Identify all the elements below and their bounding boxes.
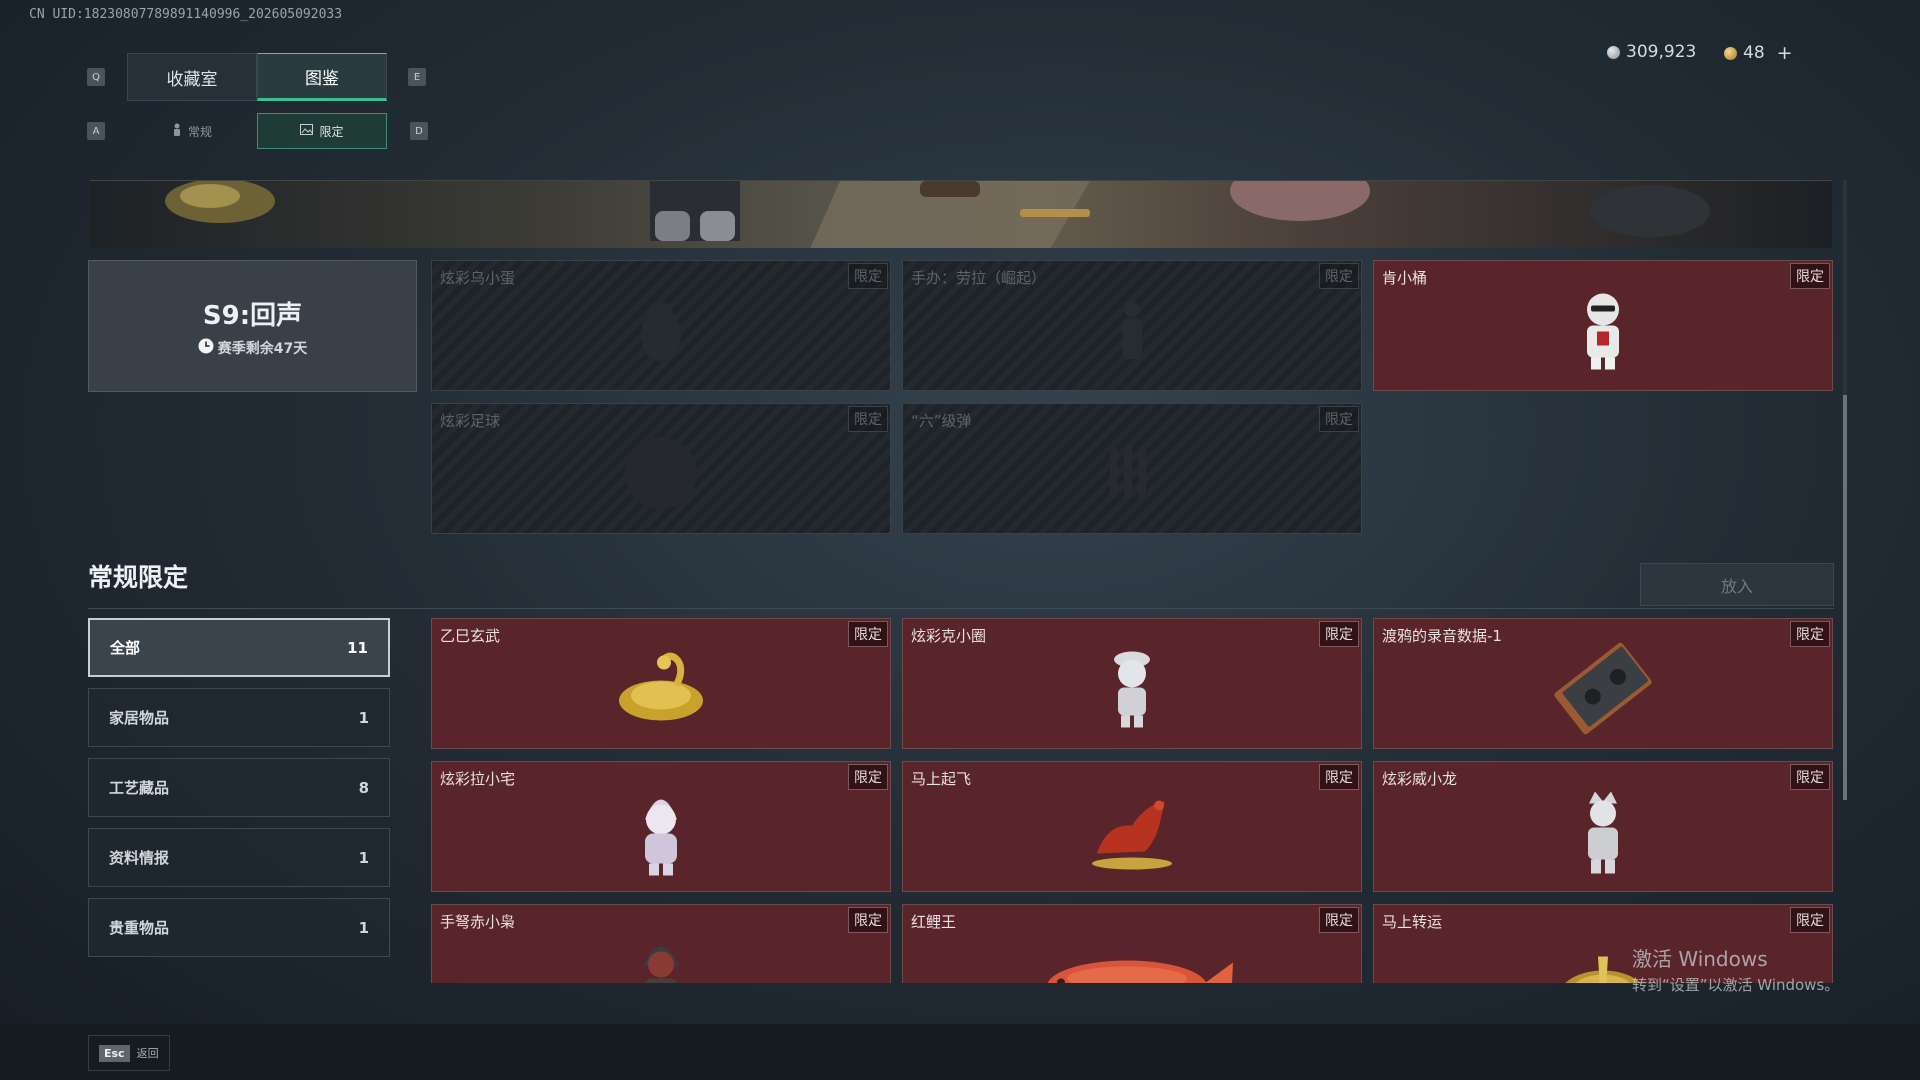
- cassette-icon: [1548, 640, 1658, 739]
- key-hint-q: Q: [87, 68, 105, 86]
- category-count: 1: [358, 918, 369, 937]
- item-name: 手弩赤小枭: [440, 913, 516, 931]
- season-banner-image: [90, 180, 1832, 248]
- item-card[interactable]: 红鲤王 限定: [902, 904, 1362, 983]
- uid-label: CN UID:18230807789891140996_202605092033: [29, 7, 343, 22]
- subtab-limited-label: 限定: [319, 124, 344, 139]
- category-crafts[interactable]: 工艺藏品 8: [88, 758, 390, 817]
- gold-currency: 48 +: [1724, 42, 1793, 64]
- category-valuables[interactable]: 贵重物品 1: [88, 898, 390, 957]
- silver-coin-icon: [1607, 45, 1620, 59]
- item-card[interactable]: 乙巳玄武 限定: [431, 618, 891, 749]
- sub-tabs: 常规 限定: [127, 113, 387, 149]
- item-name: 炫彩克小圈: [911, 627, 987, 645]
- scrollbar-thumb[interactable]: [1843, 395, 1847, 800]
- red-horse-icon: [1077, 783, 1187, 882]
- main-tabs: 收藏室 图鉴: [127, 53, 387, 101]
- watermark-line2: 转到“设置”以激活 Windows。: [1632, 976, 1840, 994]
- category-label: 家居物品: [109, 709, 170, 727]
- subtab-regular-label: 常规: [187, 124, 212, 139]
- tab-codex[interactable]: 图鉴: [257, 53, 387, 101]
- category-count: 11: [347, 638, 368, 657]
- clock-icon: [198, 338, 214, 358]
- item-name: 马上起飞: [911, 770, 972, 788]
- limited-badge: 限定: [848, 907, 888, 933]
- gold-amount: 48: [1743, 43, 1765, 63]
- back-label: 返回: [136, 1047, 159, 1060]
- gold-dragon-icon: [606, 640, 716, 739]
- key-hint-e: E: [408, 68, 426, 86]
- carp-icon: [1027, 926, 1237, 983]
- category-intel[interactable]: 资料情报 1: [88, 828, 390, 887]
- add-currency-button[interactable]: +: [1777, 42, 1793, 64]
- category-label: 贵重物品: [109, 919, 170, 937]
- limited-badge: 限定: [1790, 907, 1830, 933]
- item-card[interactable]: 手弩赤小枭 限定: [431, 904, 891, 983]
- item-card[interactable]: 马上起飞 限定: [902, 761, 1362, 892]
- season-remaining-text: 赛季剩余47天: [217, 340, 308, 357]
- limited-badge: 限定: [848, 764, 888, 790]
- category-count: 1: [358, 708, 369, 727]
- limited-badge: 限定: [1319, 907, 1359, 933]
- season-remaining: 赛季剩余47天: [198, 338, 307, 358]
- section-title: 常规限定: [88, 563, 189, 592]
- item-card[interactable]: 炫彩克小圈 限定: [902, 618, 1362, 749]
- limited-badge: 限定: [848, 621, 888, 647]
- figurine-icon: [631, 926, 691, 983]
- limited-badge: 限定: [1319, 764, 1359, 790]
- category-label: 资料情报: [109, 849, 170, 867]
- category-label: 全部: [110, 639, 141, 657]
- esc-key-hint: Esc: [99, 1044, 130, 1062]
- figurine-icon: [631, 783, 691, 882]
- silver-amount: 309,923: [1626, 42, 1697, 62]
- item-card[interactable]: 炫彩威小龙 限定: [1373, 761, 1833, 892]
- category-all[interactable]: 全部 11: [88, 618, 390, 677]
- item-card[interactable]: 渡鸦的录音数据-1 限定: [1373, 618, 1833, 749]
- subtab-regular[interactable]: 常规: [127, 113, 257, 149]
- banner-scene-icon: [165, 181, 1710, 248]
- figurine-icon: [1573, 783, 1633, 882]
- category-count: 1: [358, 848, 369, 867]
- tab-collection-room[interactable]: 收藏室: [127, 53, 257, 101]
- category-label: 工艺藏品: [109, 779, 170, 797]
- footer-bar: [0, 1024, 1920, 1080]
- item-name: 马上转运: [1382, 913, 1443, 931]
- item-grid: 乙巳玄武 限定 炫彩克小圈 限定 渡鸦的录音数据-1 限定 炫彩拉小宅 限定 马…: [430, 255, 1840, 983]
- figurine-icon: [172, 123, 182, 140]
- image-icon: [300, 124, 314, 138]
- season-panel: S9:回声 赛季剩余47天: [88, 260, 417, 392]
- season-title: S9:回声: [202, 300, 303, 331]
- limited-badge: 限定: [1319, 621, 1359, 647]
- category-home-items[interactable]: 家居物品 1: [88, 688, 390, 747]
- windows-activation-watermark: 激活 Windows 转到“设置”以激活 Windows。: [1632, 943, 1839, 995]
- back-button[interactable]: Esc 返回: [88, 1035, 170, 1071]
- item-name: 乙巳玄武: [440, 627, 501, 645]
- key-hint-a: A: [87, 122, 105, 140]
- category-count: 8: [358, 778, 369, 797]
- figurine-icon: [1102, 645, 1162, 734]
- item-name: 红鲤王: [911, 913, 957, 931]
- silver-currency: 309,923: [1607, 42, 1696, 62]
- limited-badge: 限定: [1790, 764, 1830, 790]
- key-hint-d: D: [410, 122, 428, 140]
- limited-badge: 限定: [1790, 621, 1830, 647]
- item-name: 炫彩威小龙: [1382, 770, 1458, 788]
- watermark-line1: 激活 Windows: [1632, 947, 1768, 971]
- item-name: 渡鸦的录音数据-1: [1382, 627, 1502, 645]
- item-name: 炫彩拉小宅: [440, 770, 516, 788]
- gold-coin-icon: [1724, 46, 1737, 60]
- item-card[interactable]: 炫彩拉小宅 限定: [431, 761, 891, 892]
- subtab-limited[interactable]: 限定: [257, 113, 387, 149]
